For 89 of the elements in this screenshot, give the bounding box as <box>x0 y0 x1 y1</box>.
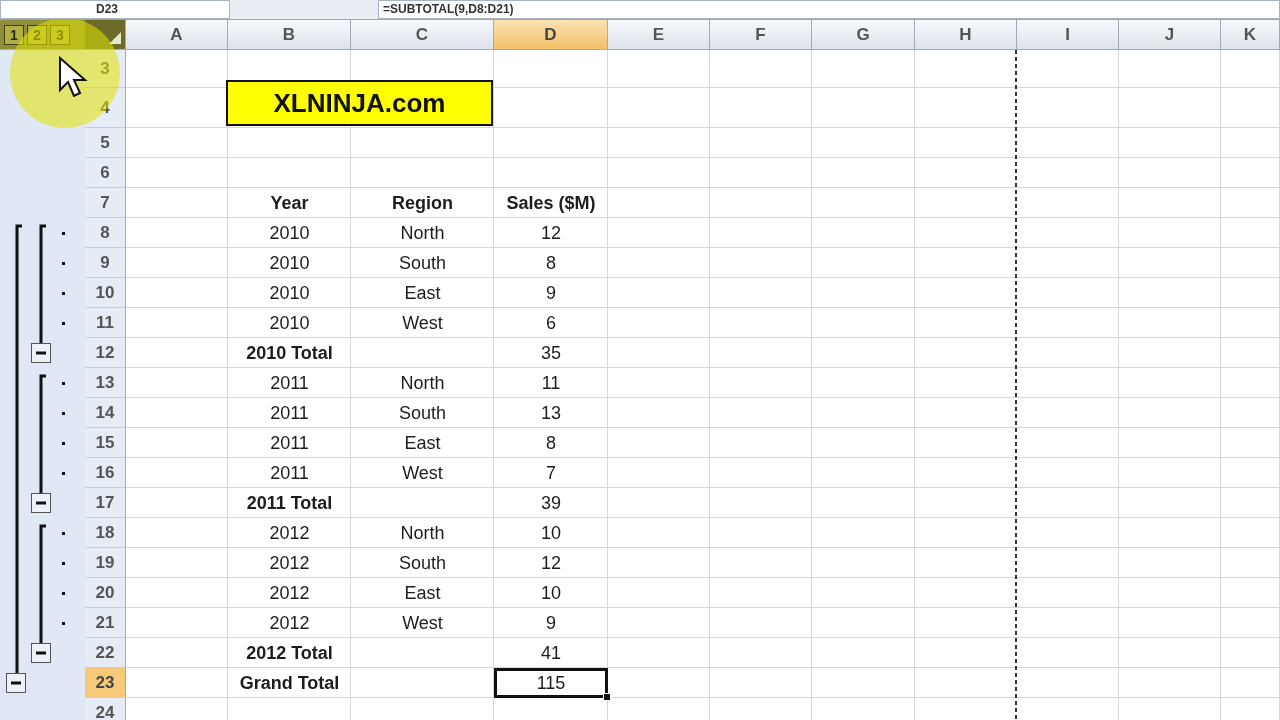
table-cell: 12 <box>541 222 561 244</box>
fill-handle[interactable] <box>603 693 611 701</box>
table-cell: North <box>400 522 445 544</box>
table-cell: South <box>398 252 446 274</box>
outline-level-button[interactable]: 1 <box>4 24 24 45</box>
table-cell: 2011 <box>270 462 309 484</box>
total-label: Grand Total <box>239 672 340 694</box>
table-cell: 2012 <box>269 582 310 604</box>
column-header[interactable]: J <box>1119 20 1221 50</box>
table-cell: 2011 <box>270 402 309 424</box>
table-cell: 9 <box>546 282 556 304</box>
row-header[interactable]: 11 <box>85 308 126 338</box>
total-value: 35 <box>541 342 561 364</box>
column-header[interactable]: B <box>228 20 351 50</box>
table-cell: 11 <box>541 372 561 394</box>
column-header[interactable]: A <box>126 20 228 50</box>
table-cell: North <box>400 222 445 244</box>
total-value: 41 <box>541 642 561 664</box>
row-header[interactable]: 22 <box>85 638 126 668</box>
column-header[interactable]: H <box>915 20 1017 50</box>
row-header[interactable]: 14 <box>85 398 126 428</box>
column-heading: Region <box>392 192 453 214</box>
total-label: 2011 Total <box>246 492 333 514</box>
total-value: 39 <box>541 492 561 514</box>
table-cell: 2010 <box>269 312 310 334</box>
select-all-icon[interactable] <box>109 32 121 44</box>
collapse-button[interactable] <box>6 673 26 693</box>
table-cell: 2010 <box>269 282 310 304</box>
table-cell: North <box>400 372 445 394</box>
collapse-button[interactable] <box>31 343 51 363</box>
table-cell: 2012 <box>269 612 310 634</box>
row-header[interactable]: 17 <box>85 488 126 518</box>
formula-field[interactable]: =SUBTOTAL(9,D8:D21) <box>378 0 1280 19</box>
title-banner: XLNINJA.com <box>226 80 493 126</box>
table-cell: 7 <box>546 462 556 484</box>
column-header[interactable]: I <box>1017 20 1119 50</box>
row-header[interactable]: 20 <box>85 578 126 608</box>
total-label: 2010 Total <box>246 342 333 364</box>
row-header[interactable]: 5 <box>85 128 126 158</box>
row-header[interactable]: 9 <box>85 248 126 278</box>
row-header[interactable]: 24 <box>85 698 126 720</box>
name-box[interactable]: D23 <box>0 0 230 19</box>
column-header[interactable]: F <box>710 20 812 50</box>
table-cell: 6 <box>546 312 556 334</box>
column-header[interactable]: G <box>812 20 915 50</box>
collapse-button[interactable] <box>31 643 51 663</box>
row-header[interactable]: 12 <box>85 338 126 368</box>
column-header[interactable]: C <box>351 20 494 50</box>
table-cell: East <box>404 432 441 454</box>
table-cell: 10 <box>541 522 561 544</box>
column-heading: Sales ($M) <box>506 192 596 214</box>
table-cell: 13 <box>541 402 561 424</box>
row-header[interactable]: 13 <box>85 368 126 398</box>
table-cell: 2012 <box>269 522 310 544</box>
table-cell: 2010 <box>269 222 310 244</box>
column-header[interactable]: K <box>1221 20 1280 50</box>
row-header[interactable]: 16 <box>85 458 126 488</box>
row-header[interactable]: 23 <box>85 668 126 698</box>
table-cell: 8 <box>546 432 556 454</box>
row-header[interactable]: 8 <box>85 218 126 248</box>
column-header[interactable]: D <box>494 20 608 50</box>
table-cell: East <box>404 582 441 604</box>
table-cell: 8 <box>546 252 556 274</box>
row-header[interactable]: 21 <box>85 608 126 638</box>
row-header[interactable]: 15 <box>85 428 126 458</box>
table-cell: 2010 <box>269 252 310 274</box>
table-cell: West <box>402 612 443 634</box>
row-header[interactable]: 6 <box>85 158 126 188</box>
table-cell: East <box>404 282 441 304</box>
row-header[interactable]: 10 <box>85 278 126 308</box>
total-label: 2012 Total <box>246 642 333 664</box>
collapse-button[interactable] <box>31 493 51 513</box>
table-cell: 10 <box>541 582 561 604</box>
table-cell: West <box>402 312 443 334</box>
row-header[interactable]: 7 <box>85 188 126 218</box>
table-cell: South <box>398 552 446 574</box>
total-value: 115 <box>536 672 566 694</box>
row-header[interactable]: 19 <box>85 548 126 578</box>
table-cell: 9 <box>546 612 556 634</box>
column-header[interactable]: E <box>608 20 710 50</box>
column-heading: Year <box>270 192 309 214</box>
table-cell: 2011 <box>270 432 309 454</box>
table-cell: West <box>402 462 443 484</box>
table-cell: 2011 <box>270 372 309 394</box>
mouse-cursor-icon <box>58 56 88 100</box>
table-cell: South <box>398 402 446 424</box>
table-cell: 12 <box>541 552 561 574</box>
table-cell: 2012 <box>269 552 310 574</box>
row-header[interactable]: 18 <box>85 518 126 548</box>
